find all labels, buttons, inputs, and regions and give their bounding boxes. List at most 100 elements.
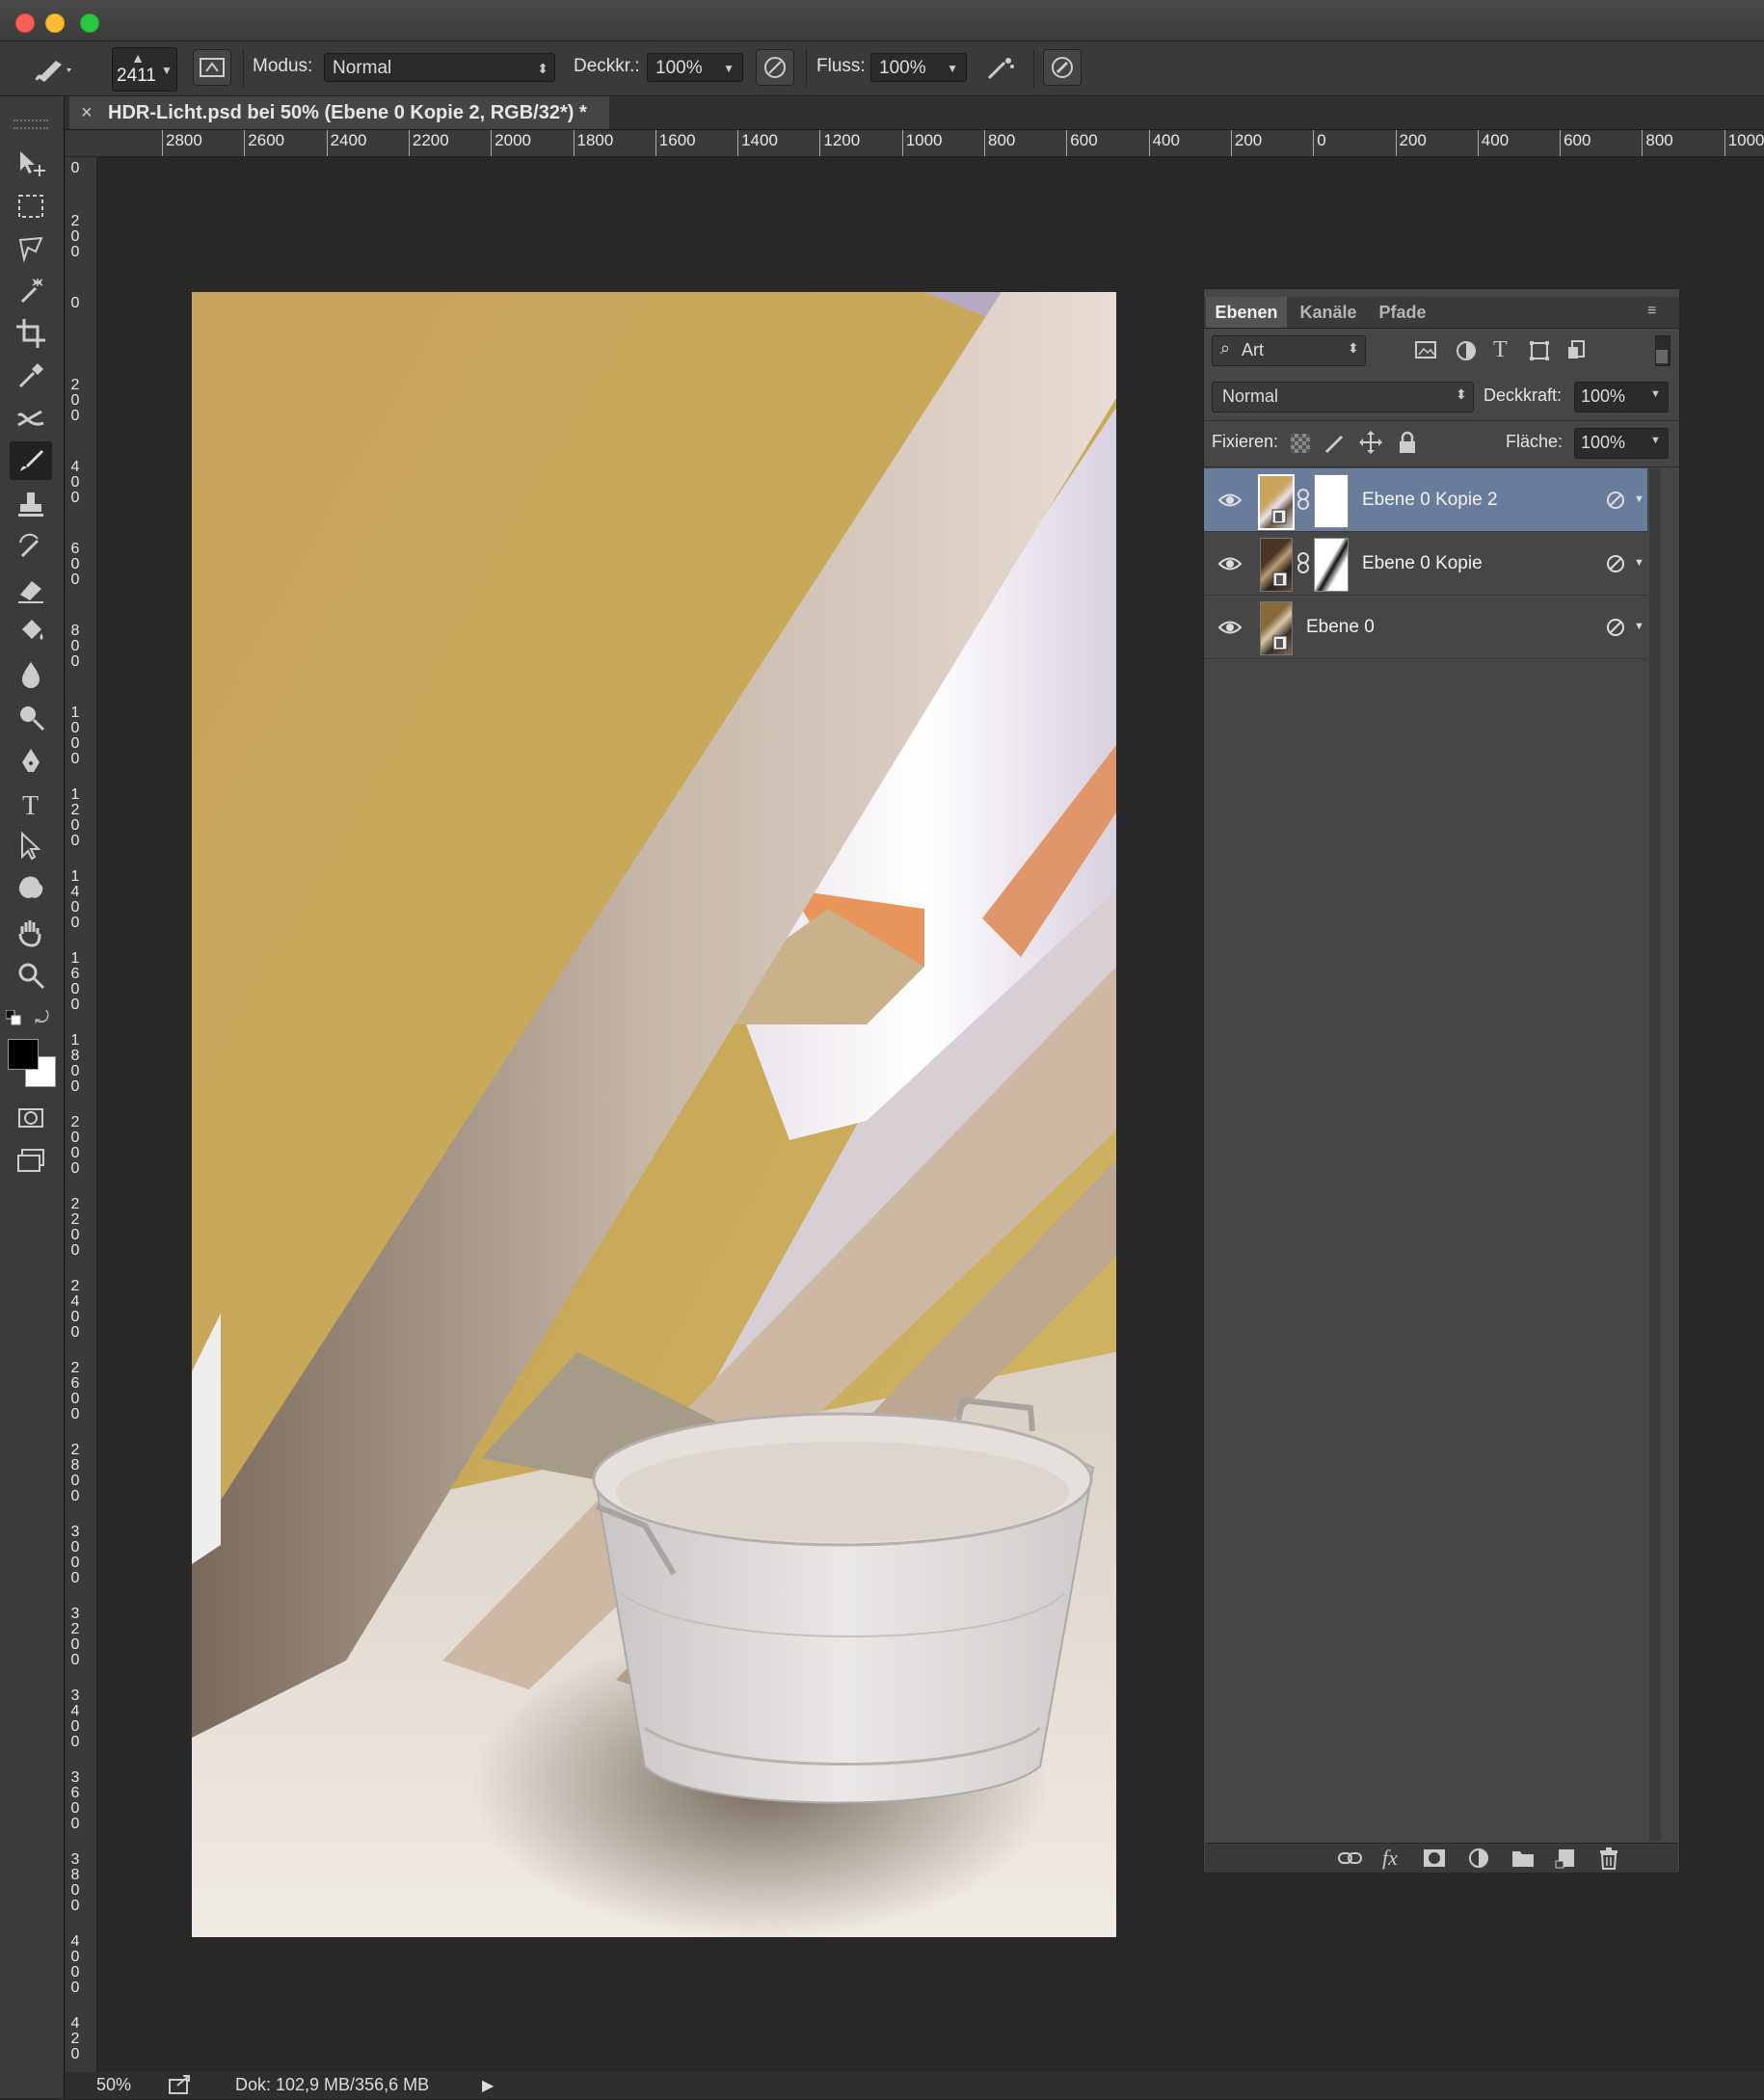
magic-wand-tool-icon[interactable] (10, 272, 52, 310)
mask-link-icon[interactable] (1296, 551, 1310, 574)
filter-type-icon[interactable]: T (1493, 337, 1518, 362)
mask-link-icon[interactable] (1296, 488, 1310, 511)
smart-filter-icon[interactable] (1605, 553, 1626, 574)
zoom-window-button[interactable] (80, 13, 99, 33)
smart-filter-icon[interactable] (1605, 490, 1626, 511)
lock-transparency-icon[interactable] (1291, 434, 1310, 453)
screen-mode-icon[interactable] (10, 1141, 52, 1180)
filter-toggle-switch[interactable] (1655, 335, 1670, 366)
vertical-ruler[interactable]: 0 200 0 200 400 600 800 1000 1200 1400 1600 1800 200… (66, 157, 97, 2075)
layer-thumbnail[interactable] (1260, 538, 1293, 592)
blend-mode-select[interactable]: Normal ⬍ (1212, 382, 1474, 412)
new-layer-icon[interactable] (1554, 1847, 1577, 1869)
lock-pixels-icon[interactable] (1322, 432, 1347, 455)
opacity-field[interactable]: 100% ▼ (647, 53, 743, 82)
ruler-tick-label: 3200 (70, 1606, 80, 1668)
brush-size-picker[interactable]: ▲ 2411 ▼ (112, 47, 177, 92)
swap-colors-icon[interactable]: ⤾ (35, 1008, 54, 1027)
status-menu-arrow-icon[interactable]: ▶ (482, 2076, 494, 2095)
mode-value: Normal (333, 58, 392, 78)
close-window-button[interactable] (15, 13, 35, 33)
quick-mask-icon[interactable] (10, 1099, 52, 1137)
visibility-eye-icon[interactable] (1217, 617, 1243, 638)
lasso-tool-icon[interactable] (10, 229, 52, 268)
lock-all-icon[interactable] (1397, 430, 1418, 455)
zoom-tool-icon[interactable] (10, 956, 52, 995)
ruler-tick-label: 1200 (819, 130, 860, 156)
pressure-size-button[interactable] (1043, 49, 1082, 86)
ruler-tick-label: 800 (1642, 130, 1673, 156)
healing-brush-tool-icon[interactable] (10, 401, 52, 439)
tab-close-icon[interactable]: × (81, 96, 93, 129)
panel-menu-icon[interactable]: ≡ (1647, 303, 1656, 320)
move-tool-icon[interactable] (10, 145, 52, 183)
zoom-level[interactable]: 50% (96, 2075, 131, 2095)
fill-field[interactable]: 100% ▼ (1574, 428, 1669, 459)
layer-mask-thumbnail[interactable] (1314, 474, 1349, 528)
trash-icon[interactable] (1598, 1847, 1619, 1870)
filter-adjustment-icon[interactable] (1455, 339, 1480, 362)
layer-row[interactable]: Ebene 0 Kopie ▼ (1204, 532, 1647, 596)
share-icon[interactable] (168, 2074, 193, 2095)
flow-field[interactable]: 100% ▼ (870, 53, 967, 82)
document-canvas[interactable] (192, 292, 1116, 1937)
chevron-down-icon[interactable]: ▼ (1634, 621, 1644, 632)
tab-kanaele[interactable]: Kanäle (1289, 297, 1368, 328)
horizontal-ruler[interactable]: 2800 2600 2400 2200 2000 1800 1600 1400 1200 1000… (96, 130, 1764, 157)
layer-row[interactable]: Ebene 0 ▼ (1204, 596, 1647, 659)
visibility-eye-icon[interactable] (1217, 490, 1243, 511)
path-selection-tool-icon[interactable] (10, 827, 52, 865)
chevron-down-icon[interactable]: ▼ (1634, 493, 1644, 505)
layer-thumbnail[interactable] (1260, 601, 1293, 655)
filter-smart-object-icon[interactable] (1564, 339, 1590, 362)
custom-shape-tool-icon[interactable] (10, 869, 52, 908)
ruler-tick-label: 2800 (70, 1442, 80, 1504)
layers-scrollbar[interactable] (1649, 468, 1661, 1841)
chevron-down-icon[interactable]: ▼ (1634, 557, 1644, 569)
minimize-window-button[interactable] (45, 13, 65, 33)
layer-row[interactable]: Ebene 0 Kopie 2 ▼ (1204, 468, 1647, 532)
document-tab[interactable]: × HDR-Licht.psd bei 50% (Ebene 0 Kopie 2… (69, 96, 609, 129)
smart-filter-icon[interactable] (1605, 617, 1626, 638)
airbrush-icon[interactable] (983, 53, 1018, 84)
opacity-label: Deckkr.: (574, 56, 640, 76)
layer-mask-thumbnail[interactable] (1314, 538, 1349, 592)
mask-icon[interactable] (1423, 1847, 1446, 1869)
brush-tool-preset-icon[interactable] (33, 53, 71, 84)
pressure-opacity-button[interactable] (756, 49, 794, 86)
layer-thumbnail[interactable] (1258, 474, 1295, 530)
link-icon[interactable] (1338, 1847, 1363, 1869)
marquee-tool-icon[interactable] (10, 187, 52, 226)
brush-tool-icon[interactable] (10, 441, 52, 480)
svg-text:T: T (22, 791, 39, 820)
layer-opacity-field[interactable]: 100% ▼ (1574, 382, 1669, 412)
ruler-origin[interactable] (66, 130, 96, 156)
brush-panel-toggle-button[interactable] (193, 49, 231, 86)
folder-icon[interactable] (1511, 1847, 1535, 1869)
eraser-tool-icon[interactable] (10, 571, 52, 609)
clone-stamp-tool-icon[interactable] (10, 486, 52, 524)
crop-tool-icon[interactable] (10, 314, 52, 353)
foreground-color-swatch[interactable] (8, 1039, 39, 1070)
history-brush-tool-icon[interactable] (10, 528, 52, 567)
adjustment-icon[interactable] (1467, 1847, 1490, 1869)
paint-bucket-tool-icon[interactable] (10, 613, 52, 651)
layer-filter-select[interactable]: ⌕ Art ⬍ (1212, 335, 1366, 366)
fx-icon[interactable]: fx (1382, 1846, 1398, 1871)
pen-tool-icon[interactable] (10, 742, 52, 781)
mode-select[interactable]: Normal ⬍ (324, 53, 555, 82)
default-colors-icon[interactable] (5, 1009, 21, 1025)
hand-tool-icon[interactable] (10, 914, 52, 952)
dodge-tool-icon[interactable] (10, 698, 52, 736)
lock-position-icon[interactable] (1358, 430, 1383, 455)
visibility-eye-icon[interactable] (1217, 553, 1243, 574)
eyedropper-tool-icon[interactable] (10, 357, 52, 395)
filter-pixel-icon[interactable] (1414, 339, 1439, 362)
ruler-tick-label: 200 (70, 213, 80, 260)
tab-ebenen[interactable]: Ebenen (1206, 297, 1287, 328)
filter-shape-icon[interactable] (1528, 339, 1553, 362)
ruler-tick-label: 2600 (70, 1360, 80, 1422)
tab-pfade[interactable]: Pfade (1370, 297, 1435, 328)
blur-tool-icon[interactable] (10, 655, 52, 694)
type-tool-icon[interactable]: T (10, 784, 52, 823)
